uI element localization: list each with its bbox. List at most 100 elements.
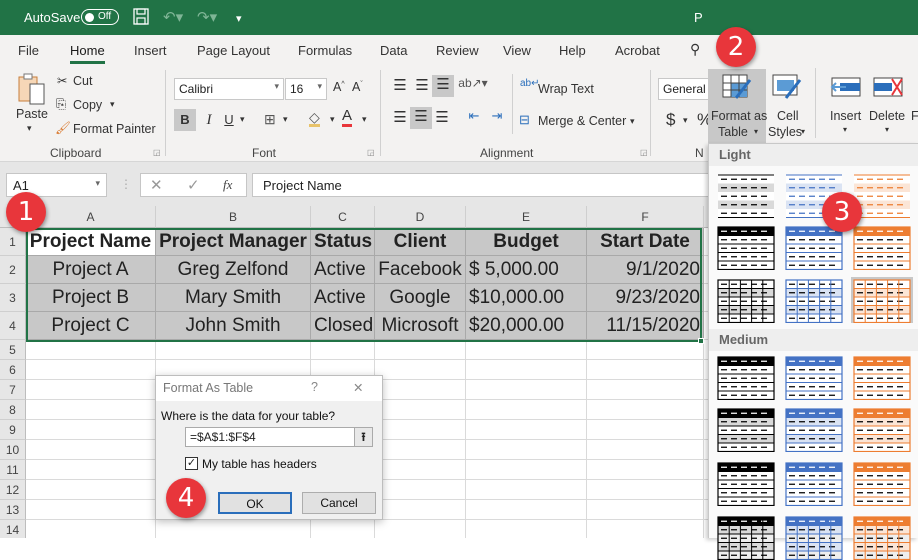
align-center-icon[interactable]: ☰ [410,107,432,129]
undo-icon[interactable]: ↶▾ [163,8,183,26]
empty-cell[interactable] [466,420,587,440]
empty-cell[interactable] [587,400,704,420]
table-style-swatch[interactable] [715,514,777,560]
table-style-swatch[interactable] [851,224,913,270]
table-style-swatch[interactable] [715,406,777,452]
empty-cell[interactable] [375,460,466,480]
underline-dropdown-icon[interactable]: ▾ [240,114,245,125]
row-header-6[interactable]: 6 [0,360,26,380]
tab-formulas[interactable]: Formulas [298,43,352,58]
font-name-select[interactable]: Calibri ▾ [174,78,284,100]
autosave-toggle[interactable]: Off [81,9,119,25]
currency-dropdown-icon[interactable]: ▾ [683,115,688,126]
header-cell[interactable]: Project Name [26,228,156,256]
formula-input[interactable]: Project Name [252,173,712,197]
empty-cell[interactable] [375,380,466,400]
drag-handle-icon[interactable]: ⋮ [120,177,132,191]
table-style-swatch[interactable] [783,354,845,400]
ok-button[interactable]: OK [218,492,292,514]
customize-qat-icon[interactable]: ▾ [236,12,242,25]
empty-cell[interactable] [26,480,156,500]
decrease-font-icon[interactable]: Aˇ [352,80,363,94]
data-cell[interactable]: Microsoft [375,312,466,340]
data-cell[interactable]: 9/1/2020 [587,256,704,284]
table-style-swatch[interactable] [715,172,777,218]
column-header-d[interactable]: D [375,206,466,228]
tab-view[interactable]: View [503,43,531,58]
data-cell[interactable]: Project C [26,312,156,340]
search-icon[interactable]: ⚲ [690,41,700,58]
cut-button[interactable]: Cut [73,74,92,88]
data-cell[interactable]: Active [311,284,375,312]
increase-indent-icon[interactable]: ⇥ [488,108,506,124]
empty-cell[interactable] [587,460,704,480]
data-cell[interactable]: Google [375,284,466,312]
empty-cell[interactable] [466,480,587,500]
empty-cell[interactable] [375,360,466,380]
table-style-swatch[interactable] [851,277,913,323]
table-style-swatch[interactable] [715,354,777,400]
table-style-swatch[interactable] [783,514,845,560]
align-bottom-icon[interactable]: ☰ [432,75,454,97]
empty-cell[interactable] [587,340,704,360]
number-format-select[interactable]: General [658,78,708,100]
column-header-e[interactable]: E [466,206,587,228]
table-style-swatch[interactable] [851,514,913,560]
empty-cell[interactable] [466,380,587,400]
empty-cell[interactable] [466,340,587,360]
tab-help[interactable]: Help [559,43,586,58]
clipboard-launcher-icon[interactable]: ◲ [153,148,161,157]
empty-cell[interactable] [375,520,466,538]
collapse-dialog-icon[interactable]: ⭱ [354,428,372,446]
empty-cell[interactable] [26,340,156,360]
tab-data[interactable]: Data [380,43,407,58]
borders-icon[interactable]: ⊞ [264,111,276,128]
align-right-icon[interactable]: ☰ [432,108,452,126]
tab-acrobat[interactable]: Acrobat [615,43,660,58]
data-cell[interactable]: Project B [26,284,156,312]
empty-cell[interactable] [26,400,156,420]
row-header-12[interactable]: 12 [0,480,26,500]
row-header-3[interactable]: 3 [0,284,26,312]
empty-cell[interactable] [375,420,466,440]
tab-file[interactable]: File [18,43,39,58]
column-header-c[interactable]: C [311,206,375,228]
data-cell[interactable]: Mary Smith [156,284,311,312]
tab-page-layout[interactable]: Page Layout [197,43,270,58]
tab-home[interactable]: Home [70,43,105,64]
empty-cell[interactable] [587,520,704,538]
insert-function-button[interactable]: fx [223,177,232,193]
empty-cell[interactable] [375,400,466,420]
format-painter-button[interactable]: Format Painter [73,122,156,136]
cell-styles-button[interactable]: Cell Styles ▾ [768,69,808,143]
empty-cell[interactable] [26,440,156,460]
data-cell[interactable]: Active [311,256,375,284]
empty-cell[interactable] [375,340,466,360]
data-cell[interactable]: Project A [26,256,156,284]
header-cell[interactable]: Start Date [587,228,704,256]
merge-center-button[interactable]: Merge & Center [538,114,626,128]
empty-cell[interactable] [311,520,375,538]
table-style-swatch[interactable] [851,406,913,452]
empty-cell[interactable] [466,440,587,460]
empty-cell[interactable] [375,440,466,460]
row-header-14[interactable]: 14 [0,520,26,538]
font-size-select[interactable]: 16 ▾ [285,78,327,100]
orientation-icon[interactable]: ab↗▾ [458,76,488,90]
table-style-swatch[interactable] [715,224,777,270]
cancel-button[interactable]: Cancel [302,492,376,514]
data-cell[interactable]: John Smith [156,312,311,340]
empty-cell[interactable] [587,500,704,520]
redo-icon[interactable]: ↷▾ [197,8,217,26]
wrap-text-button[interactable]: Wrap Text [538,82,594,96]
row-header-7[interactable]: 7 [0,380,26,400]
italic-button[interactable]: I [200,109,218,131]
fill-color-icon[interactable]: ◇ [309,110,320,127]
empty-cell[interactable] [466,500,587,520]
font-color-dropdown-icon[interactable]: ▾ [362,114,367,125]
data-cell[interactable]: Greg Zelfond [156,256,311,284]
enter-icon[interactable]: ✓ [187,176,200,194]
row-header-1[interactable]: 1 [0,228,26,256]
row-header-9[interactable]: 9 [0,420,26,440]
row-header-11[interactable]: 11 [0,460,26,480]
